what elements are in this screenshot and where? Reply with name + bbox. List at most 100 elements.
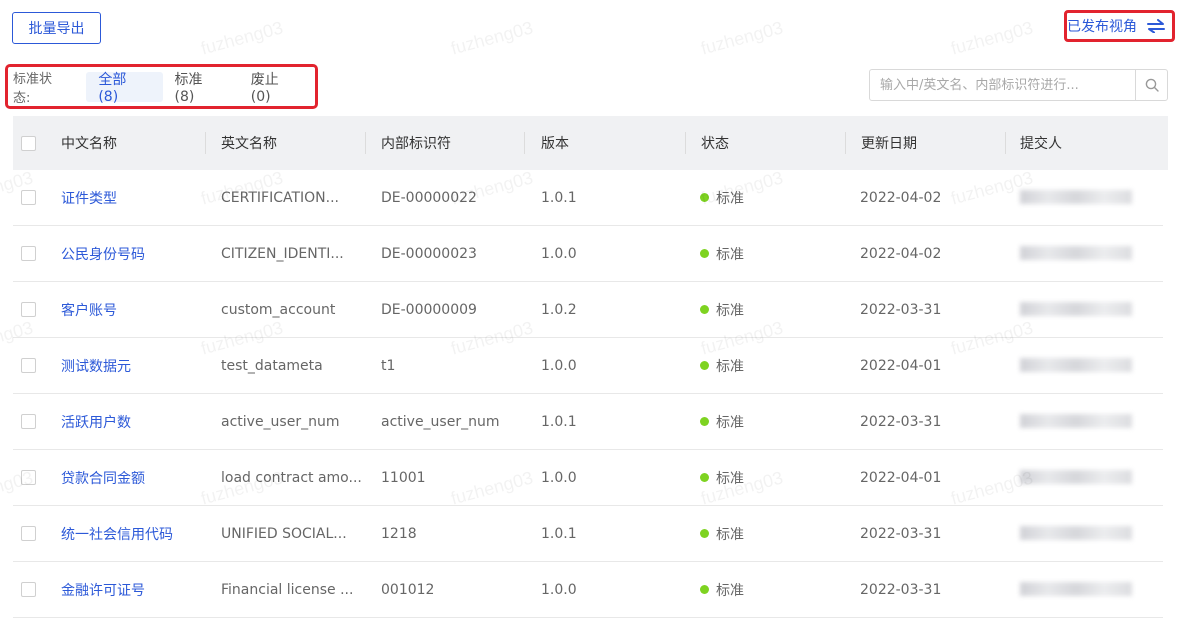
column-divider[interactable]: [205, 132, 206, 154]
row-checkbox[interactable]: [21, 246, 36, 261]
watermark-text: fuzheng03: [448, 17, 536, 59]
cn-name-link[interactable]: 测试数据元: [61, 356, 131, 376]
en-name-cell: UNIFIED SOCIAL...: [221, 525, 347, 542]
status-filter-option-all[interactable]: 全部 (8): [86, 71, 163, 105]
column-header-updated-date[interactable]: 更新日期: [861, 133, 917, 153]
table-row[interactable]: 客户账号 custom_account DE-00000009 1.0.2 标准…: [13, 282, 1163, 338]
watermark-text: fuzheng03: [698, 17, 786, 59]
search-box: [869, 69, 1168, 101]
submitter-blurred: [1020, 358, 1132, 372]
updated-date-cell: 2022-03-31: [860, 301, 942, 318]
watermark-text: fuzheng03: [198, 17, 286, 59]
swap-arrows-icon: [1147, 19, 1165, 33]
batch-export-button[interactable]: 批量导出: [12, 12, 101, 44]
status-cell: 标准: [700, 188, 744, 208]
en-name-cell: test_datameta: [221, 357, 323, 374]
table-row[interactable]: 贷款合同金额 load contract amo... 11001 1.0.0 …: [13, 450, 1163, 506]
version-cell: 1.0.2: [541, 301, 577, 318]
column-divider[interactable]: [685, 132, 686, 154]
updated-date-cell: 2022-03-31: [860, 413, 942, 430]
en-name-cell: CERTIFICATION...: [221, 189, 339, 206]
version-cell: 1.0.0: [541, 245, 577, 262]
version-cell: 1.0.1: [541, 525, 577, 542]
table-row[interactable]: 测试数据元 test_datameta t1 1.0.0 标准 2022-04-…: [13, 338, 1163, 394]
status-text: 标准: [716, 190, 744, 207]
table-row[interactable]: 金融许可证号 Financial license ... 001012 1.0.…: [13, 562, 1163, 618]
column-header-status[interactable]: 状态: [701, 133, 729, 153]
cn-name-link[interactable]: 贷款合同金额: [61, 468, 145, 488]
submitter-blurred: [1020, 470, 1132, 484]
submitter-blurred: [1020, 526, 1132, 540]
select-all-checkbox[interactable]: [21, 135, 36, 151]
updated-date-cell: 2022-04-02: [860, 245, 942, 262]
row-checkbox[interactable]: [21, 470, 36, 485]
row-checkbox[interactable]: [21, 526, 36, 541]
column-header-submitter[interactable]: 提交人: [1020, 133, 1062, 153]
version-cell: 1.0.0: [541, 357, 577, 374]
search-button[interactable]: [1135, 70, 1167, 100]
en-name-cell: Financial license ...: [221, 581, 354, 598]
table-row[interactable]: 统一社会信用代码 UNIFIED SOCIAL... 1218 1.0.1 标准…: [13, 506, 1163, 562]
status-filter-option-standard[interactable]: 标准 (8): [163, 72, 239, 105]
column-divider[interactable]: [365, 132, 366, 154]
status-cell: 标准: [700, 412, 744, 432]
status-filter-label: 标准状态:: [13, 71, 53, 106]
row-checkbox[interactable]: [21, 582, 36, 597]
status-filter: 标准状态: 全部 (8) 标准 (8) 废止 (0): [5, 64, 318, 109]
column-divider[interactable]: [1005, 132, 1006, 154]
status-dot-icon: [700, 361, 709, 370]
status-dot-icon: [700, 305, 709, 314]
column-divider[interactable]: [845, 132, 846, 154]
internal-id-cell: DE-00000023: [381, 245, 477, 262]
search-input[interactable]: [870, 70, 1135, 100]
internal-id-cell: DE-00000009: [381, 301, 477, 318]
view-toggle-label: 已发布视角: [1067, 19, 1137, 35]
cn-name-link[interactable]: 金融许可证号: [61, 580, 145, 600]
column-header-version[interactable]: 版本: [541, 133, 569, 153]
column-divider[interactable]: [524, 132, 525, 154]
cn-name-link[interactable]: 统一社会信用代码: [61, 524, 173, 544]
column-header-internal-id[interactable]: 内部标识符: [381, 133, 451, 153]
row-checkbox[interactable]: [21, 302, 36, 317]
status-text: 标准: [716, 582, 744, 599]
submitter-blurred: [1020, 302, 1132, 316]
cn-name-link[interactable]: 证件类型: [61, 188, 117, 208]
status-filter-option-deprecated[interactable]: 废止 (0): [239, 72, 315, 105]
status-cell: 标准: [700, 300, 744, 320]
row-checkbox[interactable]: [21, 190, 36, 205]
internal-id-cell: 11001: [381, 469, 426, 486]
en-name-cell: CITIZEN_IDENTI...: [221, 245, 344, 262]
status-dot-icon: [700, 585, 709, 594]
submitter-blurred: [1020, 414, 1132, 428]
view-toggle-button[interactable]: 已发布视角: [1064, 10, 1175, 42]
submitter-blurred: [1020, 246, 1132, 260]
row-checkbox[interactable]: [21, 358, 36, 373]
row-checkbox[interactable]: [21, 414, 36, 429]
status-cell: 标准: [700, 244, 744, 264]
en-name-cell: load contract amo...: [221, 469, 362, 486]
table-row[interactable]: 公民身份号码 CITIZEN_IDENTI... DE-00000023 1.0…: [13, 226, 1163, 282]
status-dot-icon: [700, 417, 709, 426]
table-row[interactable]: 证件类型 CERTIFICATION... DE-00000022 1.0.1 …: [13, 170, 1163, 226]
column-header-en-name[interactable]: 英文名称: [221, 133, 277, 153]
version-cell: 1.0.0: [541, 581, 577, 598]
updated-date-cell: 2022-04-01: [860, 357, 942, 374]
cn-name-link[interactable]: 活跃用户数: [61, 412, 131, 432]
updated-date-cell: 2022-04-02: [860, 189, 942, 206]
updated-date-cell: 2022-03-31: [860, 581, 942, 598]
status-cell: 标准: [700, 468, 744, 488]
status-cell: 标准: [700, 580, 744, 600]
status-cell: 标准: [700, 524, 744, 544]
internal-id-cell: t1: [381, 357, 396, 374]
internal-id-cell: active_user_num: [381, 413, 500, 430]
submitter-blurred: [1020, 582, 1132, 596]
status-text: 标准: [716, 470, 744, 487]
internal-id-cell: DE-00000022: [381, 189, 477, 206]
cn-name-link[interactable]: 公民身份号码: [61, 244, 145, 264]
status-dot-icon: [700, 249, 709, 258]
status-text: 标准: [716, 302, 744, 319]
column-header-cn-name[interactable]: 中文名称: [61, 133, 117, 153]
internal-id-cell: 1218: [381, 525, 417, 542]
table-row[interactable]: 活跃用户数 active_user_num active_user_num 1.…: [13, 394, 1163, 450]
cn-name-link[interactable]: 客户账号: [61, 300, 117, 320]
